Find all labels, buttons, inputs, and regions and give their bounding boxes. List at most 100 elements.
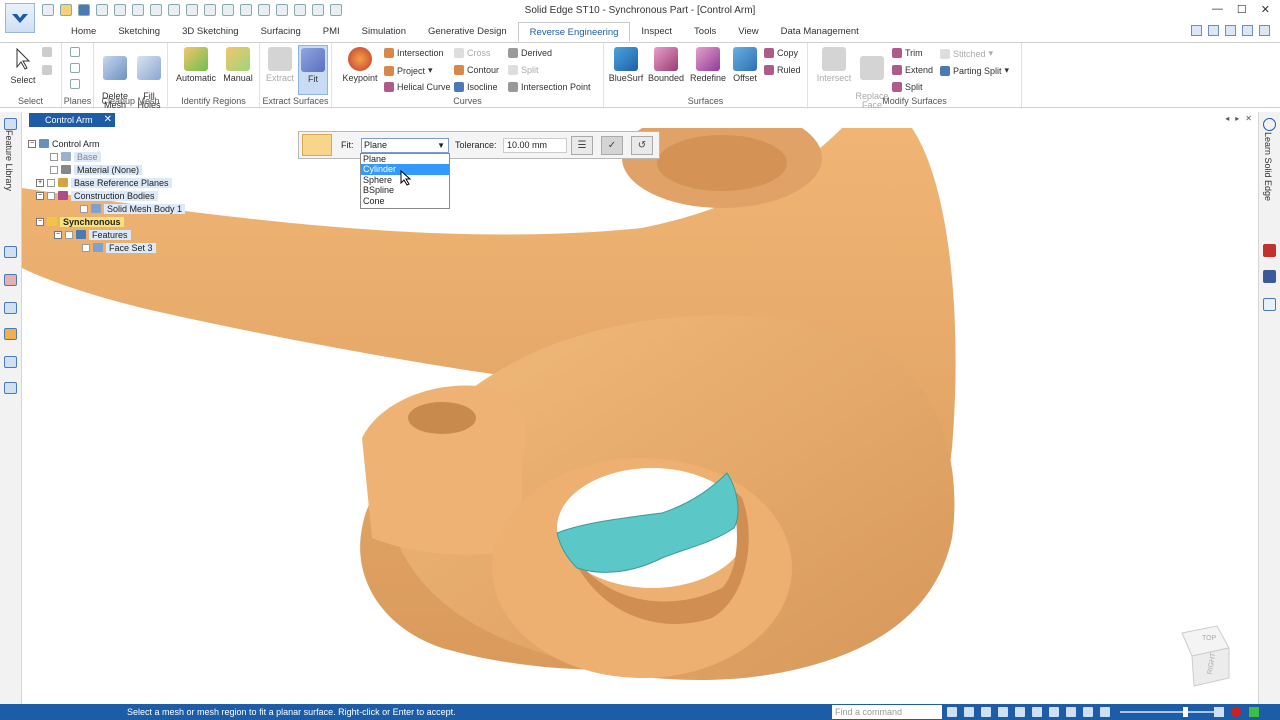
select-button[interactable]: Select [8,47,38,85]
automatic-button[interactable]: Automatic [174,47,218,83]
close-icon[interactable]: ✕ [104,113,112,127]
checkbox-icon[interactable] [82,243,90,252]
view-cube[interactable]: TOP RIGHT [1181,625,1230,687]
view-icon[interactable] [998,707,1008,717]
derived-button[interactable]: Derived [508,48,552,58]
find-command-input[interactable]: Find a command [832,705,942,719]
reset-icon[interactable]: ↺ [631,136,653,155]
split-surface-button[interactable]: Split [892,82,923,92]
view-icon[interactable] [1049,707,1059,717]
split-curve-button[interactable]: Split [508,65,539,75]
panel-icon[interactable] [4,356,17,368]
fit-type-select[interactable]: Plane ▼ [361,138,449,153]
tab-scroll-arrows[interactable]: ◂ ▸ ✕ [1225,114,1252,123]
tab-data-management[interactable]: Data Management [770,22,870,42]
zoom-in-icon[interactable] [1214,707,1224,717]
tree-node-base-planes[interactable]: + Base Reference Planes [36,177,172,188]
view-icon[interactable] [1083,707,1093,717]
select-option-icon[interactable] [42,47,52,57]
view-icon[interactable] [981,707,991,717]
arrow-left-icon[interactable]: ◂ [1225,114,1229,123]
zoom-slider[interactable] [1120,711,1215,713]
tree-node-root[interactable]: − Control Arm [28,138,100,149]
go-icon[interactable] [1249,707,1259,717]
panel-icon[interactable] [4,302,17,314]
bluesurf-button[interactable]: BlueSurf [606,47,646,83]
collapse-icon[interactable]: − [36,191,44,200]
maximize-button[interactable]: ☐ [1237,3,1247,16]
tab-tools[interactable]: Tools [683,22,727,42]
tree-node-construction-bodies[interactable]: − Construction Bodies [36,190,158,201]
collapse-icon[interactable]: − [54,230,62,239]
youtube-icon[interactable] [1263,244,1276,257]
isocline-button[interactable]: Isocline [454,82,498,92]
tab-surfacing[interactable]: Surfacing [250,22,312,42]
chevron-down-icon[interactable]: ▼ [437,139,445,152]
arrow-right-icon[interactable]: ▸ [1235,114,1239,123]
tree-node-features[interactable]: − Features [54,229,131,240]
stitched-button[interactable]: Stitched ▾ [940,48,993,59]
help-icon[interactable] [1191,25,1202,36]
tree-node-mesh-body[interactable]: Solid Mesh Body 1 [80,203,186,214]
checkbox-icon[interactable] [47,178,55,187]
options-icon[interactable]: ☰ [571,136,593,155]
redefine-button[interactable]: Redefine [688,47,728,83]
panel-icon[interactable] [4,274,17,286]
go-icon[interactable] [947,707,957,717]
ruled-button[interactable]: Ruled [764,65,801,75]
menu-icon[interactable] [1208,25,1219,36]
tolerance-input[interactable]: 10.00 mm [503,138,567,153]
view-icon[interactable] [1066,707,1076,717]
checkbox-icon[interactable] [50,165,58,174]
zoom-slider-thumb[interactable] [1183,707,1188,717]
help-icon[interactable] [1263,118,1276,131]
select-option-icon[interactable] [42,65,52,75]
cross-button[interactable]: Cross [454,48,491,58]
trim-button[interactable]: Trim [892,48,923,58]
panel-icon[interactable] [4,328,17,340]
project-button[interactable]: Project ▾ [384,65,433,76]
copy-button[interactable]: Copy [764,48,798,58]
parting-split-button[interactable]: Parting Split ▾ [940,65,1009,76]
checkbox-icon[interactable] [50,152,58,161]
facebook-icon[interactable] [1263,270,1276,283]
option-cone[interactable]: Cone [361,196,449,206]
view-icon[interactable] [964,707,974,717]
intersection-button[interactable]: Intersection [384,48,444,58]
tab-view[interactable]: View [727,22,769,42]
learn-solid-edge-tab[interactable]: Learn Solid Edge [1263,132,1273,201]
control-arm-model[interactable]: TOP RIGHT [22,128,1258,704]
close-icon[interactable] [1259,25,1270,36]
manual-button[interactable]: Manual [220,47,256,83]
offset-button[interactable]: Offset [730,47,760,83]
fit-button[interactable]: Fit [298,45,328,95]
tab-3d-sketching[interactable]: 3D Sketching [171,22,250,42]
bounded-button[interactable]: Bounded [646,47,686,83]
intersect-button[interactable]: Intersect [814,47,854,83]
tab-pmi[interactable]: PMI [312,22,351,42]
collapse-icon[interactable]: − [28,139,36,148]
helical-curve-button[interactable]: Helical Curve [384,82,451,92]
option-plane[interactable]: Plane [361,154,449,164]
tab-simulation[interactable]: Simulation [351,22,417,42]
zoom-out-icon[interactable] [1100,707,1110,717]
plane-tool-icon[interactable] [70,47,80,57]
tree-node-face-set[interactable]: Face Set 3 [82,242,156,253]
accept-button[interactable]: ✓ [601,136,623,155]
restore-icon[interactable] [1225,25,1236,36]
tab-generative-design[interactable]: Generative Design [417,22,518,42]
keypoint-button[interactable]: Keypoint [338,47,382,83]
minimize-button[interactable]: — [1212,3,1223,16]
close-button[interactable]: ✕ [1261,3,1270,16]
view-icon[interactable] [1015,707,1025,717]
intersection-point-button[interactable]: Intersection Point [508,82,591,92]
panel-icon[interactable] [1263,298,1276,311]
tab-home[interactable]: Home [60,22,107,42]
tree-node-synchronous[interactable]: − Synchronous [36,216,124,227]
extract-button[interactable]: Extract [264,47,296,83]
tree-node-base[interactable]: Base [50,151,101,162]
fit-command-icon[interactable] [302,134,332,156]
collapse-icon[interactable]: − [36,217,44,226]
plane-tool-icon[interactable] [70,63,80,73]
graphics-viewport[interactable]: TOP RIGHT − Control Arm Base Material (N… [22,128,1258,704]
